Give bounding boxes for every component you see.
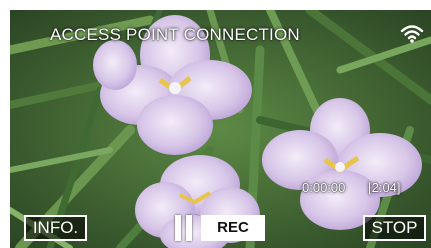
stop-button[interactable]: STOP [363,215,426,241]
live-view-background [10,10,431,248]
connection-mode-title: ACCESS POINT CONNECTION [50,25,300,44]
pause-bar-right [186,215,192,241]
remaining-time: [2:04] [368,180,401,195]
pause-icon[interactable] [174,215,194,241]
info-button[interactable]: INFO. [24,215,87,241]
rec-button[interactable]: REC [201,215,265,241]
pause-bar-left [175,215,181,241]
elapsed-time: 0:00:00 [302,180,346,195]
wifi-icon [400,25,424,43]
camera-preview-screen: ACCESS POINT CONNECTION 0:00:00 [2:04] I… [10,10,431,248]
